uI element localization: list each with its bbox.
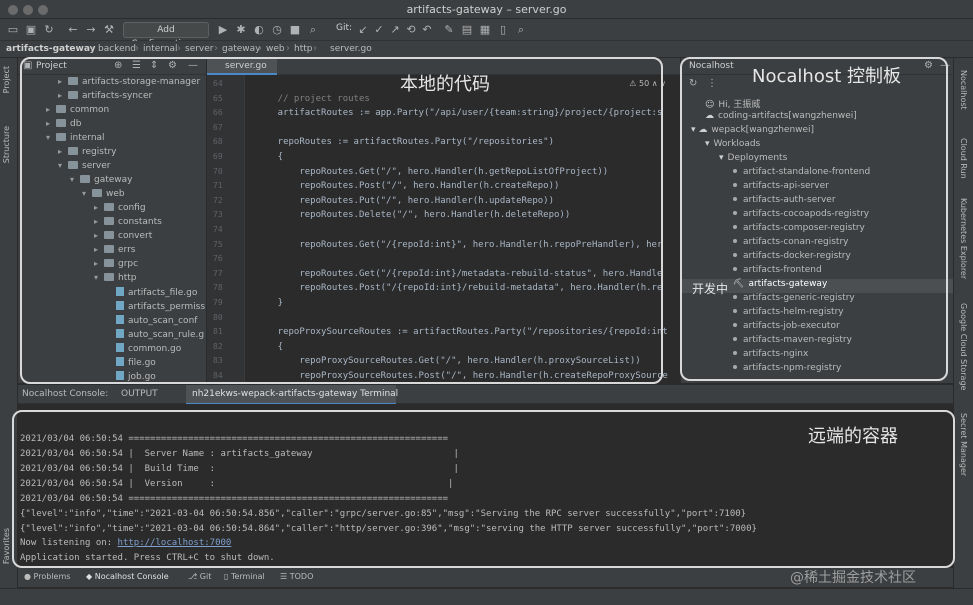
tab-output[interactable]: OUTPUT <box>121 389 158 399</box>
remote-container-callout-text: 远端的容器 <box>808 426 898 447</box>
run-icon[interactable]: ▶ <box>216 23 230 37</box>
hammer-icon[interactable]: ⚒ <box>102 23 116 37</box>
tool-window-git[interactable]: ⎇ Git <box>188 572 211 581</box>
breadcrumb-separator: › <box>90 43 94 54</box>
status-bar <box>0 588 973 605</box>
profile-icon[interactable]: ◷ <box>270 23 284 37</box>
local-code-callout-text: 本地的代码 <box>400 74 490 95</box>
save-icon[interactable]: ▣ <box>24 23 38 37</box>
open-folder-icon[interactable]: ▭ <box>6 23 20 37</box>
terminal-icon[interactable]: ▯ <box>496 23 510 37</box>
bottom-panel-tabs: Nocalhost Console: OUTPUT nh21ekws-wepac… <box>18 384 953 405</box>
tool-window-problems[interactable]: ● Problems <box>24 572 70 581</box>
add-configuration-button[interactable]: Add Configuration... <box>123 22 209 49</box>
nocalhost-tool-tab[interactable]: Nocalhost <box>959 70 968 110</box>
project-tool-tab[interactable]: Project <box>2 66 11 93</box>
breadcrumb-item[interactable]: gateway <box>222 44 261 54</box>
watermark: @稀土掘金技术社区 <box>790 570 916 586</box>
breadcrumb-item[interactable]: web <box>266 44 285 54</box>
nocalhost-panel-callout-box <box>680 57 948 381</box>
tab-terminal[interactable]: nh21ekws-wepack-artifacts-gateway Termin… <box>192 389 398 399</box>
breadcrumb-item[interactable]: internal <box>143 44 178 54</box>
breadcrumb-separator: › <box>286 43 290 54</box>
structure-tool-tab[interactable]: Structure <box>2 126 11 163</box>
nocalhost-panel-callout-text: Nocalhost 控制板 <box>752 66 901 87</box>
git-commit-icon[interactable]: ✓ <box>372 23 386 37</box>
breadcrumb-item[interactable]: backend <box>98 44 136 54</box>
breadcrumb-item[interactable]: artifacts-gateway <box>6 44 96 54</box>
git-push-icon[interactable]: ↗ <box>388 23 402 37</box>
breadcrumb-separator: › <box>214 43 218 54</box>
breadcrumb-item[interactable]: http <box>294 44 312 54</box>
google-cloud-storage-tool-tab[interactable]: Google Cloud Storage <box>959 303 968 390</box>
breadcrumb-separator: › <box>135 43 139 54</box>
tool-window-terminal[interactable]: ▯ Terminal <box>224 572 265 581</box>
breadcrumb: artifacts-gateway › backend › internal ›… <box>0 41 973 58</box>
stop-icon[interactable]: ■ <box>288 23 302 37</box>
search-icon[interactable]: ⌕ <box>514 23 528 37</box>
tool-window-nocalhost-console[interactable]: ◆ Nocalhost Console <box>86 572 169 581</box>
debug-icon[interactable]: ✱ <box>234 23 248 37</box>
wrench-icon[interactable]: ✎ <box>442 23 456 37</box>
search-structure-icon[interactable]: ⌕ <box>306 23 320 37</box>
git-rollback-icon[interactable]: ↶ <box>420 23 434 37</box>
git-label: Git: <box>336 23 353 33</box>
tool-window-todo[interactable]: ☰ TODO <box>280 572 313 581</box>
secret-manager-tool-tab[interactable]: Secret Manager <box>959 413 968 476</box>
breadcrumb-item[interactable]: server <box>185 44 214 54</box>
back-arrow-icon[interactable]: ← <box>66 23 80 37</box>
right-tool-strip: Nocalhost Cloud Run Kubernetes Explorer … <box>953 58 973 588</box>
nocalhost-console-label: Nocalhost Console: <box>22 389 109 399</box>
project-structure-icon[interactable]: ▤ <box>460 23 474 37</box>
breadcrumb-separator: › <box>258 43 262 54</box>
developing-label: 开发中 <box>692 282 729 296</box>
refresh-icon[interactable]: ↻ <box>42 23 56 37</box>
cloud-run-tool-tab[interactable]: Cloud Run <box>959 138 968 179</box>
kubernetes-explorer-tool-tab[interactable]: Kubernetes Explorer <box>959 198 968 279</box>
breadcrumb-item[interactable]: server.go <box>330 44 372 54</box>
coverage-icon[interactable]: ◐ <box>252 23 266 37</box>
breadcrumb-separator: › <box>177 43 181 54</box>
main-toolbar: ▭ ▣ ↻ ← → ⚒ Add Configuration... ▶ ✱ ◐ ◷… <box>0 19 973 49</box>
title-bar: artifacts-gateway – server.go <box>0 0 973 19</box>
forward-arrow-icon[interactable]: → <box>84 23 98 37</box>
local-code-callout-box <box>20 57 663 384</box>
favorites-tool-tab[interactable]: Favorites <box>2 528 11 564</box>
window-title: artifacts-gateway – server.go <box>406 3 567 16</box>
presentation-icon[interactable]: ▦ <box>478 23 492 37</box>
git-update-icon[interactable]: ↙ <box>356 23 370 37</box>
git-history-icon[interactable]: ⟲ <box>404 23 418 37</box>
breadcrumb-separator: › <box>313 43 317 54</box>
